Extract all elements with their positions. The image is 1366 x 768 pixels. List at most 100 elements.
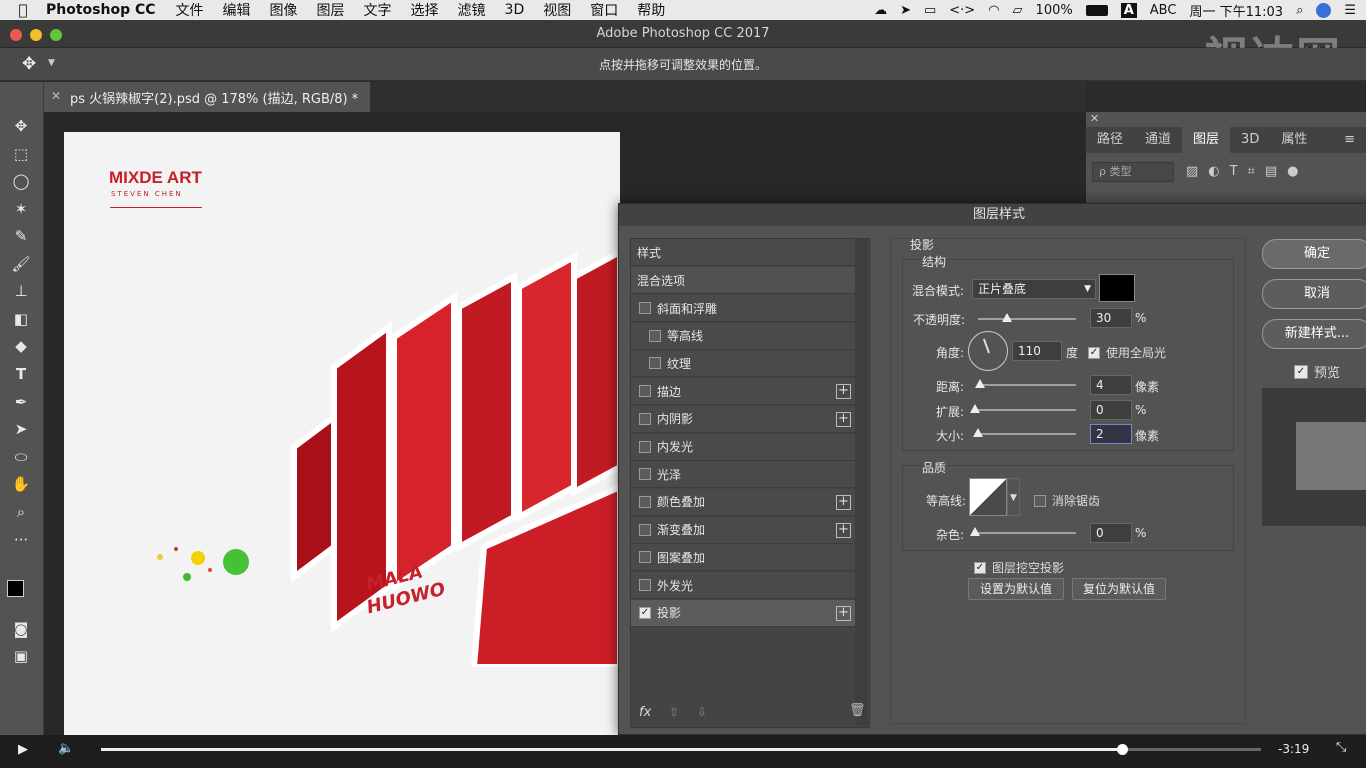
quick-mask-icon[interactable]: ◙: [8, 618, 34, 640]
menu-image[interactable]: 图像: [270, 0, 298, 20]
checkbox-empty-icon[interactable]: [639, 440, 651, 453]
checkbox-empty-icon[interactable]: [639, 495, 651, 508]
style-item[interactable]: ✓ 投影 +: [631, 599, 855, 627]
path-select-icon[interactable]: ➤: [8, 418, 34, 440]
spread-slider-knob[interactable]: [970, 404, 980, 413]
global-light-checkbox[interactable]: ✓ 使用全局光: [1088, 344, 1166, 361]
size-slider-knob[interactable]: [973, 428, 983, 437]
add-style-icon[interactable]: +: [836, 522, 851, 538]
checkbox-empty-icon[interactable]: [639, 412, 651, 425]
move-tool-icon[interactable]: ✥: [8, 115, 34, 137]
opacity-slider-knob[interactable]: [1002, 313, 1012, 322]
code-icon[interactable]: <·>: [949, 3, 975, 18]
eraser-tool-icon[interactable]: ◧: [8, 308, 34, 330]
wifi-icon[interactable]: ◠: [988, 3, 999, 18]
style-item[interactable]: 内发光: [631, 433, 855, 461]
knockout-checkbox[interactable]: ✓ 图层挖空投影: [974, 559, 1064, 576]
style-item[interactable]: 光泽: [631, 461, 855, 489]
size-input[interactable]: 2: [1090, 424, 1132, 444]
send-icon[interactable]: ➤: [900, 3, 911, 18]
type-tool-icon[interactable]: T: [8, 363, 34, 385]
menu-filter[interactable]: 滤镜: [458, 0, 486, 20]
cancel-button[interactable]: 取消: [1262, 279, 1366, 309]
document-canvas[interactable]: MIXDE ART STEVEN CHEN MALA HUOWO: [64, 132, 620, 738]
tab-3d[interactable]: 3D: [1230, 127, 1270, 153]
checkbox-empty-icon[interactable]: [639, 579, 651, 591]
eyedropper-icon[interactable]: ✎: [8, 225, 34, 247]
size-slider[interactable]: [978, 433, 1076, 435]
move-down-icon[interactable]: ⇩: [697, 705, 707, 719]
antialias-checkbox[interactable]: 消除锯齿: [1034, 492, 1100, 509]
creative-cloud-icon[interactable]: ☁: [874, 3, 887, 18]
noise-input[interactable]: 0: [1090, 523, 1132, 543]
menu-file[interactable]: 文件: [176, 0, 204, 20]
style-item[interactable]: 纹理: [631, 350, 855, 378]
style-item[interactable]: 图案叠加: [631, 544, 855, 572]
preview-checkbox[interactable]: ✓ 预览: [1294, 362, 1340, 381]
opacity-slider[interactable]: [978, 318, 1076, 320]
new-style-button[interactable]: 新建样式...: [1262, 319, 1366, 349]
shadow-color-swatch[interactable]: [1099, 274, 1135, 302]
trash-icon[interactable]: 🗑: [849, 703, 866, 718]
notification-icon[interactable]: ☰: [1344, 3, 1356, 18]
add-style-icon[interactable]: +: [836, 494, 851, 510]
angle-input[interactable]: 110: [1012, 341, 1062, 361]
style-item[interactable]: 内阴影 +: [631, 405, 855, 433]
checkbox-empty-icon[interactable]: [639, 385, 651, 398]
opacity-input[interactable]: 30: [1090, 308, 1132, 328]
fullscreen-icon[interactable]: ⤡: [1336, 740, 1346, 755]
menu-app[interactable]: Photoshop CC: [46, 2, 156, 18]
make-default-button[interactable]: 设置为默认值: [968, 578, 1064, 600]
blend-mode-select[interactable]: 正片叠底 ▼: [972, 279, 1096, 299]
pen-tool-icon[interactable]: ✒: [8, 391, 34, 413]
input-source-icon[interactable]: A: [1120, 2, 1137, 18]
brush-tool-icon[interactable]: 🖌: [8, 253, 34, 275]
menu-window[interactable]: 窗口: [590, 0, 618, 20]
checkbox-empty-icon[interactable]: [639, 302, 651, 314]
tab-layers[interactable]: 图层: [1182, 127, 1231, 153]
add-style-icon[interactable]: +: [836, 605, 851, 621]
checkbox-empty-icon[interactable]: [649, 357, 661, 370]
noise-slider[interactable]: [972, 532, 1076, 534]
style-item[interactable]: 外发光: [631, 572, 855, 599]
spread-input[interactable]: 0: [1090, 400, 1132, 420]
zoom-tool-icon[interactable]: ⌕: [8, 501, 34, 523]
checkbox-empty-icon[interactable]: [649, 329, 661, 342]
ok-button[interactable]: 确定: [1262, 239, 1366, 269]
menu-type[interactable]: 文字: [364, 0, 392, 20]
distance-slider-knob[interactable]: [975, 379, 985, 388]
input-source[interactable]: ABC: [1150, 3, 1177, 18]
fx-icon[interactable]: fx: [639, 705, 651, 720]
menu-edit[interactable]: 编辑: [223, 0, 251, 20]
paint-bucket-icon[interactable]: ◆: [8, 335, 34, 357]
spread-slider[interactable]: [972, 409, 1076, 411]
foreground-color-swatch[interactable]: [7, 580, 24, 597]
battery-icon[interactable]: [1085, 4, 1108, 16]
volume-icon[interactable]: 🔈: [58, 741, 74, 756]
layer-filter-dropdown[interactable]: ρ 类型: [1092, 162, 1174, 182]
tab-properties[interactable]: 属性: [1270, 127, 1318, 153]
hand-tool-icon[interactable]: ✋: [8, 473, 34, 495]
style-item[interactable]: 渐变叠加 +: [631, 516, 855, 544]
noise-slider-knob[interactable]: [970, 527, 980, 536]
close-panel-icon[interactable]: ✕: [1090, 112, 1099, 125]
contour-preview[interactable]: [969, 478, 1007, 516]
checkbox-empty-icon[interactable]: [639, 468, 651, 481]
spotlight-icon[interactable]: ⌕: [1296, 3, 1303, 18]
close-tab-icon[interactable]: ✕: [51, 89, 61, 103]
chevron-down-icon[interactable]: ▼: [1007, 478, 1020, 516]
checkbox-checked-icon[interactable]: ✓: [639, 606, 651, 619]
video-progress-knob[interactable]: [1116, 744, 1128, 755]
menu-layer[interactable]: 图层: [317, 0, 345, 20]
style-item[interactable]: 等高线: [631, 322, 855, 350]
video-progress-track[interactable]: [101, 748, 1261, 751]
checkbox-empty-icon[interactable]: [639, 551, 651, 564]
screen-mode-icon[interactable]: ▣: [8, 645, 34, 667]
apple-icon[interactable]: : [0, 1, 46, 19]
menu-3d[interactable]: 3D: [505, 2, 525, 18]
panel-menu-icon[interactable]: ≡: [1333, 127, 1366, 153]
reset-default-button[interactable]: 复位为默认值: [1072, 578, 1166, 600]
blend-options-item[interactable]: 混合选项: [631, 267, 855, 294]
add-style-icon[interactable]: +: [836, 384, 851, 400]
style-item[interactable]: 颜色叠加 +: [631, 488, 855, 516]
